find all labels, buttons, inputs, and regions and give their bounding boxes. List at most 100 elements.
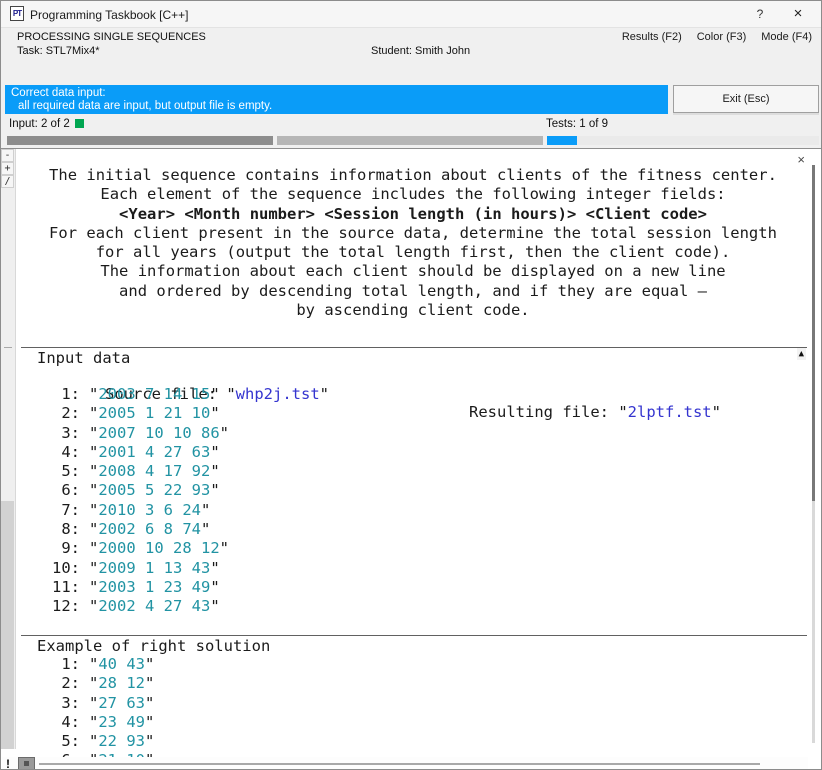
quote-mark: " [145, 674, 154, 692]
tests-progress-label: Tests: 1 of 9 [546, 118, 608, 130]
panel-close-icon[interactable]: × [797, 152, 805, 167]
files-line: Source file: "whp2j.tst" Resulting file:… [1, 367, 821, 386]
quote-mark: " [145, 732, 154, 750]
row-value: "2003 1 23 49" [89, 578, 220, 596]
row-value: "2002 6 8 74" [89, 520, 210, 538]
task-text-line: The information about each client should… [17, 262, 809, 281]
row-number: 1: [48, 385, 80, 404]
input-data-row: 4:"2001 4 27 63" [1, 443, 821, 462]
quote-mark: " [89, 404, 98, 422]
quote-mark: " [210, 443, 219, 461]
gutter-divider [4, 347, 12, 348]
row-value-text: 2000 10 28 12 [98, 539, 219, 557]
quote-mark: " [89, 578, 98, 596]
row-number: 3: [48, 424, 80, 443]
horizontal-scrollbar-thumb[interactable] [18, 757, 35, 769]
row-value-text: 2007 10 10 86 [98, 424, 219, 442]
example-heading: Example of right solution [37, 637, 270, 655]
input-progress-segment [277, 136, 543, 145]
row-value-text: 2002 6 8 74 [98, 520, 201, 538]
example-row: 1:"40 43" [1, 655, 821, 674]
menu-item-mode-f4[interactable]: Mode (F4) [761, 31, 812, 43]
vertical-scrollbar[interactable] [812, 165, 815, 743]
quote-mark: " [210, 385, 219, 403]
row-value-text: 2010 3 6 24 [98, 501, 201, 519]
row-number: 7: [48, 501, 80, 520]
input-data-row: 3: "2007 10 10 86" [1, 424, 821, 443]
row-number: 2: [48, 674, 80, 693]
row-value: "22 93" [89, 732, 154, 750]
task-text-line: The initial sequence contains informatio… [17, 166, 809, 185]
row-number: 3: [48, 694, 80, 713]
row-number: 10: [48, 559, 80, 578]
input-data-row: 2:"2005 1 21 10" [1, 404, 821, 423]
tests-progress-fill [547, 136, 577, 145]
horizontal-scrollbar[interactable]: ! [2, 757, 808, 769]
input-data-row: 12:"2002 4 27 43" [1, 597, 821, 616]
row-value: "2010 3 6 24" [89, 501, 210, 519]
input-progress-label: Input: 2 of 2 [9, 118, 84, 130]
menu-item-results-f2[interactable]: Results (F2) [622, 31, 682, 43]
student-label: Student: Smith John [371, 45, 470, 57]
input-done-indicator [75, 119, 84, 128]
quote-mark: " [210, 481, 219, 499]
quote-mark: " [220, 424, 229, 442]
task-text-line: For each client present in the source da… [17, 224, 809, 243]
help-icon[interactable]: ? [751, 7, 769, 21]
task-text-line: by ascending client code. [17, 301, 809, 320]
row-value-text: 28 12 [98, 674, 145, 692]
example-row: 2: "28 12" [1, 674, 821, 693]
quote-mark: " [89, 732, 98, 750]
input-data-row: 8:"2002 6 8 74" [1, 520, 821, 539]
close-icon[interactable]: × [787, 5, 809, 22]
horizontal-scrollbar-track[interactable] [39, 763, 760, 765]
quote-mark: " [89, 713, 98, 731]
task-text-line: <Year> <Month number> <Session length (i… [17, 205, 809, 224]
font-reset-button[interactable]: / [1, 175, 14, 188]
quote-mark: " [89, 655, 98, 673]
quote-mark: " [89, 559, 98, 577]
row-value: "28 12" [89, 674, 154, 692]
row-value: "2009 1 13 43" [89, 559, 220, 577]
tests-progress-bar [547, 136, 819, 145]
row-value-text: 2008 4 17 92 [98, 462, 210, 480]
quote-mark: " [89, 597, 98, 615]
quote-mark: " [210, 462, 219, 480]
row-value-text: 22 93 [98, 732, 145, 750]
app-icon: PT [10, 6, 24, 21]
row-value-text: 2001 4 27 63 [98, 443, 210, 461]
quote-mark: " [145, 713, 154, 731]
menu-item-color-f3[interactable]: Color (F3) [697, 31, 747, 43]
row-value: "2005 1 21 10" [89, 404, 220, 422]
task-text-line: for all years (output the total length f… [17, 243, 809, 262]
row-value: "2003 7 14 15" [89, 385, 220, 403]
quote-mark: " [201, 501, 210, 519]
quote-mark: " [145, 694, 154, 712]
row-value: "27 63" [89, 694, 154, 712]
font-increase-button[interactable]: + [1, 162, 14, 175]
input-progress-text: Input: 2 of 2 [9, 118, 70, 130]
row-number: 6: [48, 481, 80, 500]
status-line-1: Correct data input: [11, 87, 106, 99]
row-value: "2005 5 22 93" [89, 481, 220, 499]
row-value-text: 2005 1 21 10 [98, 404, 210, 422]
status-line-2: all required data are input, but output … [18, 100, 272, 112]
alert-icon: ! [6, 757, 10, 769]
vertical-scrollbar-thumb[interactable] [812, 165, 815, 501]
quote-mark: " [89, 539, 98, 557]
section-title: PROCESSING SINGLE SEQUENCES [17, 31, 206, 43]
section-divider [21, 347, 807, 348]
input-data-row: 5:"2008 4 17 92" [1, 462, 821, 481]
row-number: 11: [48, 578, 80, 597]
font-decrease-button[interactable]: - [1, 149, 14, 162]
quote-mark: " [89, 424, 98, 442]
row-number: 9: [48, 539, 80, 558]
input-data-row: 9:"2000 10 28 12" [1, 539, 821, 558]
row-value-text: 2009 1 13 43 [98, 559, 210, 577]
row-value-text: 40 43 [98, 655, 145, 673]
example-row: 5: "22 93" [1, 732, 821, 751]
scroll-up-icon[interactable]: ▲ [797, 348, 806, 360]
exit-button[interactable]: Exit (Esc) [673, 85, 819, 113]
row-number: 5: [48, 732, 80, 751]
row-value-text: 27 63 [98, 694, 145, 712]
